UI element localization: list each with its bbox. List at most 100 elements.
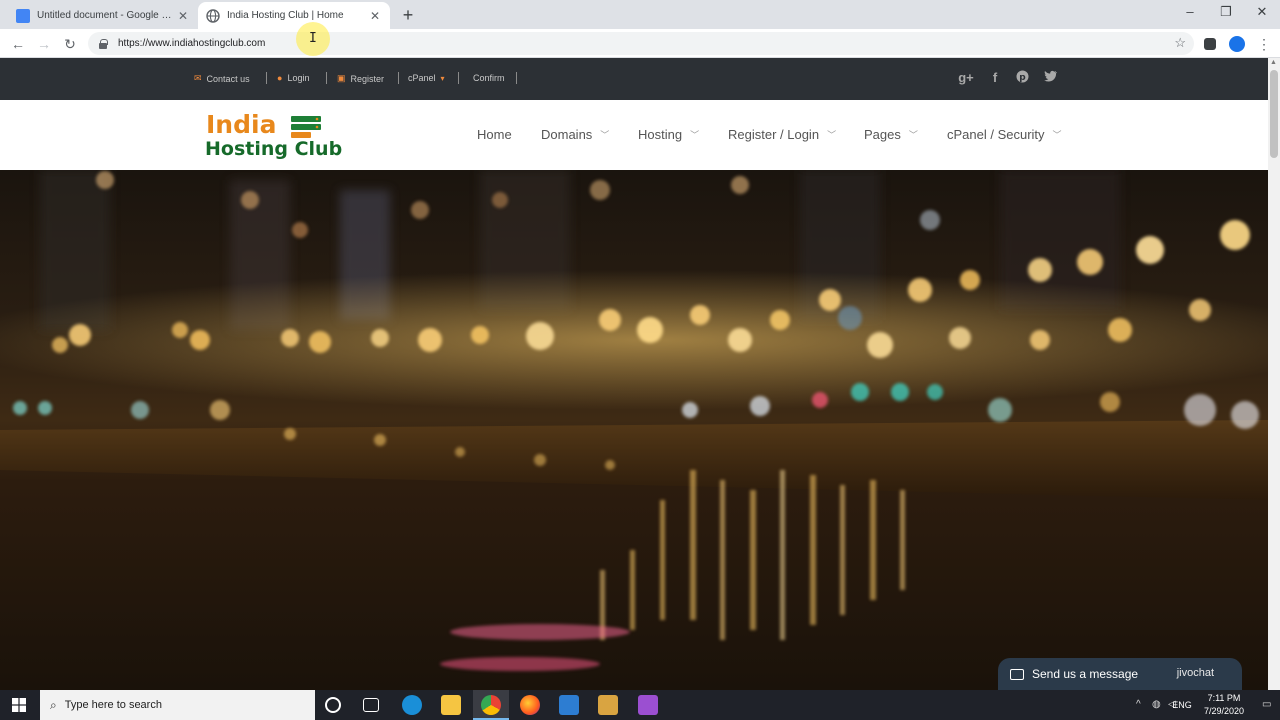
nav-register-login[interactable]: Register / Login ﹀ — [728, 127, 836, 142]
back-icon[interactable]: ← — [8, 34, 28, 54]
tab-india-hosting-club[interactable]: India Hosting Club | Home ✕ — [198, 2, 390, 29]
chat-widget[interactable]: Send us a message jivochat — [998, 658, 1242, 690]
network-icon[interactable]: ◍ — [1152, 699, 1161, 710]
task-view-icon[interactable] — [363, 698, 379, 712]
nav-label: Home — [477, 127, 512, 142]
server-logo-icon — [291, 116, 321, 138]
app-icon[interactable] — [559, 695, 579, 715]
search-placeholder: Type here to search — [64, 699, 162, 711]
nav-cpanel-security[interactable]: cPanel / Security ﹀ — [947, 127, 1062, 142]
pinterest-icon[interactable]: p — [1014, 70, 1030, 86]
bookmark-star-icon[interactable]: ☆ — [1174, 35, 1186, 51]
divider — [398, 72, 399, 84]
chrome-icon[interactable] — [481, 695, 501, 715]
register-label: Register — [350, 73, 385, 84]
cortana-icon[interactable] — [325, 697, 341, 713]
firefox-icon[interactable] — [520, 695, 540, 715]
divider — [266, 72, 267, 84]
chevron-down-icon: ▾ — [440, 73, 445, 83]
taskbar-search-input[interactable]: ⌕ Type here to search — [40, 690, 315, 720]
scrollbar-thumb[interactable] — [1270, 70, 1278, 158]
city-lights-background — [0, 170, 1268, 671]
envelope-icon: ✉ — [194, 73, 202, 83]
forward-icon[interactable]: → — [34, 34, 54, 54]
profile-avatar[interactable] — [1229, 36, 1245, 52]
globe-icon — [206, 8, 220, 23]
register-link[interactable]: ▣ Register — [337, 73, 384, 84]
minimize-button[interactable]: – — [1176, 4, 1204, 19]
cpanel-label: cPanel — [408, 73, 436, 83]
tab-google-docs[interactable]: Untitled document - Google Docs ✕ — [8, 2, 198, 29]
chevron-down-icon: ﹀ — [1052, 130, 1062, 140]
divider — [516, 72, 517, 84]
app-icon-3[interactable] — [638, 695, 658, 715]
windows-taskbar: ⌕ Type here to search ^ ◍ ◁ ENG 7:11 PM … — [0, 690, 1280, 720]
tab-title: Untitled document - Google Docs — [37, 10, 176, 21]
close-tab-icon[interactable]: ✕ — [368, 9, 382, 23]
scroll-up-icon[interactable]: ▲ — [1270, 59, 1277, 66]
menu-kebab-icon[interactable]: ⋮ — [1254, 34, 1274, 54]
close-window-button[interactable]: ✕ — [1248, 4, 1276, 20]
maximize-button[interactable]: ❐ — [1212, 4, 1240, 20]
site-header: India Hosting Club Home Domains ﹀ Hostin… — [0, 100, 1268, 170]
nav-pages[interactable]: Pages ﹀ — [864, 127, 918, 142]
hero-banner-image — [0, 170, 1268, 690]
chevron-down-icon: ﹀ — [600, 130, 610, 140]
url-text: https://www.indiahostingclub.com — [118, 38, 266, 49]
browser-toolbar: ← → ↻ https://www.indiahostingclub.com ☆… — [0, 29, 1280, 58]
google-docs-icon — [16, 8, 30, 23]
windows-start-icon[interactable] — [12, 698, 26, 712]
nav-label: cPanel / Security — [947, 127, 1045, 142]
confirm-link[interactable]: Confirm — [473, 73, 505, 83]
divider — [458, 72, 459, 84]
facebook-icon[interactable]: f — [987, 70, 1003, 85]
user-icon: ● — [277, 73, 283, 83]
confirm-label: Confirm — [473, 73, 505, 83]
file-explorer-icon[interactable] — [441, 695, 461, 715]
extensions-icon[interactable] — [1204, 38, 1216, 50]
google-plus-icon[interactable]: g+ — [958, 70, 974, 85]
svg-text:p: p — [1019, 73, 1026, 83]
nav-label: Hosting — [638, 127, 683, 142]
login-label: Login — [287, 73, 310, 83]
tab-title: India Hosting Club | Home — [227, 10, 344, 21]
new-tab-button[interactable]: + — [398, 5, 418, 26]
chat-label: Send us a message — [1032, 667, 1139, 681]
register-icon: ▣ — [337, 73, 346, 83]
clock-time[interactable]: 7:11 PM — [1196, 693, 1252, 703]
browser-tabstrip: Untitled document - Google Docs ✕ India … — [0, 0, 1280, 29]
nav-label: Pages — [864, 127, 901, 142]
login-link[interactable]: ● Login — [277, 73, 309, 83]
app-icon-2[interactable] — [598, 695, 618, 715]
lock-icon — [98, 38, 108, 49]
nav-home[interactable]: Home — [477, 127, 512, 142]
search-icon: ⌕ — [50, 697, 57, 712]
logo-text-india: India — [206, 110, 277, 139]
cpanel-dropdown[interactable]: cPanel ▾ — [408, 73, 445, 83]
nav-label: Domains — [541, 127, 593, 142]
text-cursor-icon: I — [309, 31, 317, 46]
reload-icon[interactable]: ↻ — [60, 34, 80, 54]
nav-hosting[interactable]: Hosting ﹀ — [638, 127, 699, 142]
site-topbar: ✉ Contact us ● Login ▣ Register cPanel ▾… — [0, 58, 1268, 100]
twitter-icon[interactable] — [1043, 70, 1059, 85]
chevron-down-icon: ﹀ — [908, 130, 918, 140]
logo-text-hosting-club: Hosting Club — [205, 138, 343, 160]
close-tab-icon[interactable]: ✕ — [176, 9, 190, 23]
chevron-up-icon[interactable]: ^ — [1136, 699, 1141, 710]
address-bar[interactable]: https://www.indiahostingclub.com ☆ — [88, 32, 1194, 55]
nav-label: Register / Login — [728, 127, 820, 142]
chevron-down-icon: ﹀ — [827, 130, 837, 140]
divider — [326, 72, 327, 84]
clock-date[interactable]: 7/29/2020 — [1196, 706, 1252, 716]
contact-us-link[interactable]: ✉ Contact us — [194, 73, 250, 84]
edge-icon[interactable] — [402, 695, 422, 715]
chevron-down-icon: ﹀ — [690, 130, 700, 140]
contact-us-label: Contact us — [206, 73, 250, 84]
nav-domains[interactable]: Domains ﹀ — [541, 127, 609, 142]
chat-brand: jivochat — [1176, 667, 1214, 679]
notifications-icon[interactable]: ▭ — [1262, 699, 1271, 710]
page-scrollbar[interactable]: ▲ — [1268, 58, 1280, 690]
language-indicator[interactable]: ENG — [1170, 700, 1194, 710]
message-icon — [1010, 668, 1024, 680]
